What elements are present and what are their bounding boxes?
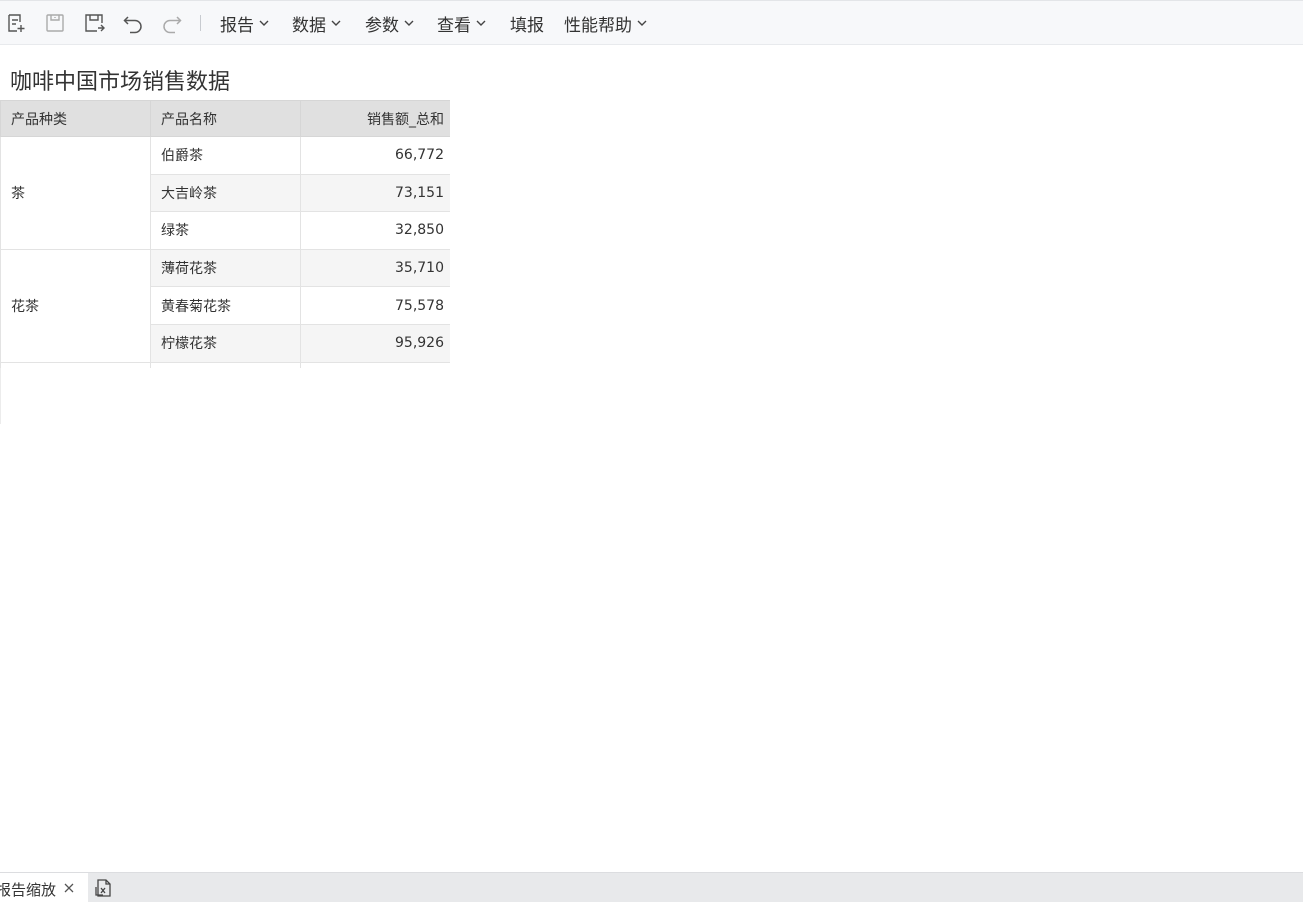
column-header-sales-total[interactable]: 销售额_总和 <box>300 100 450 137</box>
report-title: 咖啡中国市场销售数据 <box>10 70 231 95</box>
category-cell[interactable]: 花茶 <box>0 248 151 363</box>
sales-value-cell-partial <box>300 361 450 368</box>
sales-value-cell[interactable]: 73,151 <box>300 173 450 213</box>
toolbar-separator <box>200 15 201 31</box>
table-row: 茶 伯爵茶 66,772 <box>0 136 450 250</box>
table-row: 花茶 薄荷花茶 35,710 <box>0 248 450 363</box>
grid-left-edge <box>0 368 1 424</box>
product-name-cell[interactable]: 薄荷花茶 <box>150 248 301 288</box>
export-excel-icon[interactable] <box>94 878 114 898</box>
menu-fill-report[interactable]: 填报 <box>510 1 544 45</box>
bottom-bar: 报告缩放 <box>0 872 1303 903</box>
menu-report-label: 报告 <box>220 15 254 36</box>
close-icon[interactable] <box>63 882 75 894</box>
menu-performance-help[interactable]: 性能帮助 <box>564 1 648 45</box>
new-report-icon[interactable] <box>4 11 28 35</box>
menu-fill-report-label: 填报 <box>510 15 544 36</box>
report-zoom-tab[interactable]: 报告缩放 <box>0 873 88 903</box>
chevron-down-icon <box>636 17 648 29</box>
save-icon[interactable] <box>43 11 67 35</box>
menu-parameters-label: 参数 <box>365 15 399 36</box>
main-toolbar: 报告 数据 参数 查看 填报 性能帮助 <box>0 0 1303 45</box>
product-name-cell[interactable]: 柠檬花茶 <box>150 323 301 363</box>
sales-value-cell[interactable]: 32,850 <box>300 211 450 250</box>
chevron-down-icon <box>403 17 415 29</box>
category-cell[interactable]: 茶 <box>0 136 151 250</box>
undo-icon[interactable] <box>121 11 145 35</box>
product-name-cell[interactable]: 绿茶 <box>150 211 301 250</box>
chevron-down-icon <box>330 17 342 29</box>
menu-parameters[interactable]: 参数 <box>365 1 415 45</box>
product-name-cell-partial <box>150 361 301 368</box>
category-cell-partial <box>0 361 151 368</box>
column-header-product-name[interactable]: 产品名称 <box>150 100 301 137</box>
menu-view-label: 查看 <box>437 15 471 36</box>
redo-icon[interactable] <box>160 11 184 35</box>
table-header-row: 产品种类 产品名称 销售额_总和 <box>0 100 450 137</box>
column-header-category[interactable]: 产品种类 <box>0 100 151 137</box>
save-as-icon[interactable] <box>82 11 106 35</box>
chevron-down-icon <box>475 17 487 29</box>
chevron-down-icon <box>258 17 270 29</box>
sales-value-cell[interactable]: 95,926 <box>300 323 450 363</box>
report-table: 产品种类 产品名称 销售额_总和 茶 伯爵茶 66,772 大吉岭茶 73,15… <box>0 100 450 368</box>
menu-performance-help-label: 性能帮助 <box>564 15 632 36</box>
sales-value-cell[interactable]: 75,578 <box>300 286 450 325</box>
menu-data[interactable]: 数据 <box>292 1 342 45</box>
table-row-partial <box>0 361 450 368</box>
product-name-cell[interactable]: 大吉岭茶 <box>150 173 301 213</box>
product-name-cell[interactable]: 黄春菊花茶 <box>150 286 301 325</box>
report-zoom-tab-label: 报告缩放 <box>0 881 57 899</box>
menu-view[interactable]: 查看 <box>437 1 487 45</box>
sales-value-cell[interactable]: 35,710 <box>300 248 450 288</box>
menu-data-label: 数据 <box>292 15 326 36</box>
sales-value-cell[interactable]: 66,772 <box>300 136 450 175</box>
product-name-cell[interactable]: 伯爵茶 <box>150 136 301 175</box>
menu-report[interactable]: 报告 <box>220 1 270 45</box>
